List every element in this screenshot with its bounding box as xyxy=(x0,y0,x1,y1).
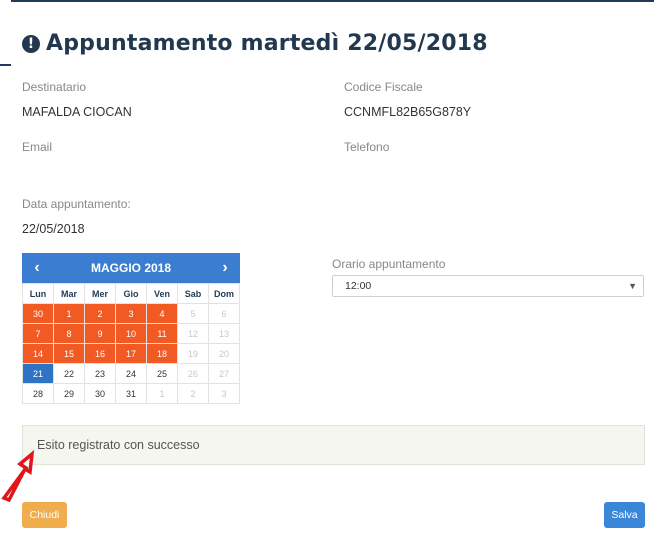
calendar-day-cell[interactable]: 31 xyxy=(115,383,147,404)
calendar-day-cell: 27 xyxy=(208,363,240,384)
recipient-value: MAFALDA CIOCAN xyxy=(22,105,132,119)
calendar-week-row: 30 1 2 3 4 5 6 xyxy=(22,303,240,324)
caret-down-icon: ▼ xyxy=(628,281,637,291)
calendar-week-row: 7 8 9 10 11 12 13 xyxy=(22,323,240,344)
weekday-header: Lun xyxy=(22,283,54,304)
weekday-header: Mar xyxy=(53,283,85,304)
calendar-day-cell[interactable]: 4 xyxy=(146,303,178,324)
time-select-value: 12:00 xyxy=(345,280,372,292)
date-value: 22/05/2018 xyxy=(22,222,85,236)
weekday-header: Mer xyxy=(84,283,116,304)
calendar-day-cell: 1 xyxy=(146,383,178,404)
calendar-day-cell[interactable]: 1 xyxy=(53,303,85,324)
calendar-day-cell[interactable]: 14 xyxy=(22,343,54,364)
calendar-week-row: 28 29 30 31 1 2 3 xyxy=(22,383,240,404)
weekday-header: Sab xyxy=(177,283,209,304)
close-button[interactable]: Chiudi xyxy=(22,502,67,528)
calendar-day-cell: 26 xyxy=(177,363,209,384)
alert-message: Esito registrato con successo xyxy=(37,438,200,452)
recipient-label: Destinatario xyxy=(22,80,87,94)
email-label: Email xyxy=(22,140,53,154)
exclamation-circle-icon: ! xyxy=(22,34,40,53)
calendar-day-cell: 3 xyxy=(208,383,240,404)
calendar-grid: Lun Mar Mer Gio Ven Sab Dom 30 1 2 3 4 5 6 7 8 9 10 11 12 1… xyxy=(22,283,240,404)
calendar-day-cell[interactable]: 22 xyxy=(53,363,85,384)
chevron-right-icon[interactable]: › xyxy=(218,259,232,277)
calendar-day-cell[interactable]: 11 xyxy=(146,323,178,344)
save-button[interactable]: Salva xyxy=(604,502,645,528)
calendar-day-cell[interactable]: 23 xyxy=(84,363,116,384)
calendar-day-cell: 2 xyxy=(177,383,209,404)
appointment-modal: ! Appuntamento martedì 22/05/2018 Destin… xyxy=(11,0,654,535)
calendar-day-cell: 6 xyxy=(208,303,240,324)
phone-label: Telefono xyxy=(344,140,390,154)
calendar-day-cell[interactable]: 17 xyxy=(115,343,147,364)
date-picker-calendar: ‹ MAGGIO 2018 › Lun Mar Mer Gio Ven Sab Dom 30… xyxy=(22,253,240,404)
modal-title: Appuntamento martedì 22/05/2018 xyxy=(46,31,488,56)
tax-code-value: CCNMFL82B65G878Y xyxy=(344,105,472,119)
weekday-header: Gio xyxy=(115,283,147,304)
calendar-day-cell: 12 xyxy=(177,323,209,344)
calendar-day-cell[interactable]: 7 xyxy=(22,323,54,344)
annotation-arrow-icon xyxy=(1,449,35,502)
calendar-month-label: MAGGIO 2018 xyxy=(90,261,172,275)
calendar-day-cell[interactable]: 24 xyxy=(115,363,147,384)
weekday-header: Dom xyxy=(208,283,240,304)
date-label: Data appuntamento: xyxy=(22,197,131,211)
calendar-day-cell[interactable]: 10 xyxy=(115,323,147,344)
time-label: Orario appuntamento xyxy=(332,257,446,271)
success-alert: Esito registrato con successo xyxy=(22,425,645,465)
time-select[interactable]: 12:00 ▼ xyxy=(332,275,644,297)
calendar-day-cell[interactable]: 29 xyxy=(53,383,85,404)
calendar-day-cell[interactable]: 30 xyxy=(84,383,116,404)
weekday-header: Ven xyxy=(146,283,178,304)
calendar-day-cell[interactable]: 8 xyxy=(53,323,85,344)
calendar-day-cell[interactable]: 30 xyxy=(22,303,54,324)
tax-code-label: Codice Fiscale xyxy=(344,80,423,94)
calendar-day-cell[interactable]: 15 xyxy=(53,343,85,364)
calendar-day-cell[interactable]: 18 xyxy=(146,343,178,364)
calendar-header: ‹ MAGGIO 2018 › xyxy=(22,253,240,283)
calendar-day-cell: 20 xyxy=(208,343,240,364)
calendar-day-cell[interactable]: 28 xyxy=(22,383,54,404)
calendar-day-cell[interactable]: 2 xyxy=(84,303,116,324)
chevron-left-icon[interactable]: ‹ xyxy=(30,259,44,277)
calendar-day-cell: 13 xyxy=(208,323,240,344)
calendar-week-row: 21 22 23 24 25 26 27 xyxy=(22,363,240,384)
calendar-day-cell[interactable]: 16 xyxy=(84,343,116,364)
calendar-day-cell: 5 xyxy=(177,303,209,324)
calendar-day-cell[interactable]: 21 xyxy=(22,363,54,384)
calendar-day-cell: 19 xyxy=(177,343,209,364)
calendar-day-cell[interactable]: 9 xyxy=(84,323,116,344)
calendar-day-cell[interactable]: 3 xyxy=(115,303,147,324)
modal-header: ! Appuntamento martedì 22/05/2018 xyxy=(22,31,488,56)
calendar-week-row: 14 15 16 17 18 19 20 xyxy=(22,343,240,364)
calendar-day-cell[interactable]: 25 xyxy=(146,363,178,384)
background-divider xyxy=(0,64,11,66)
